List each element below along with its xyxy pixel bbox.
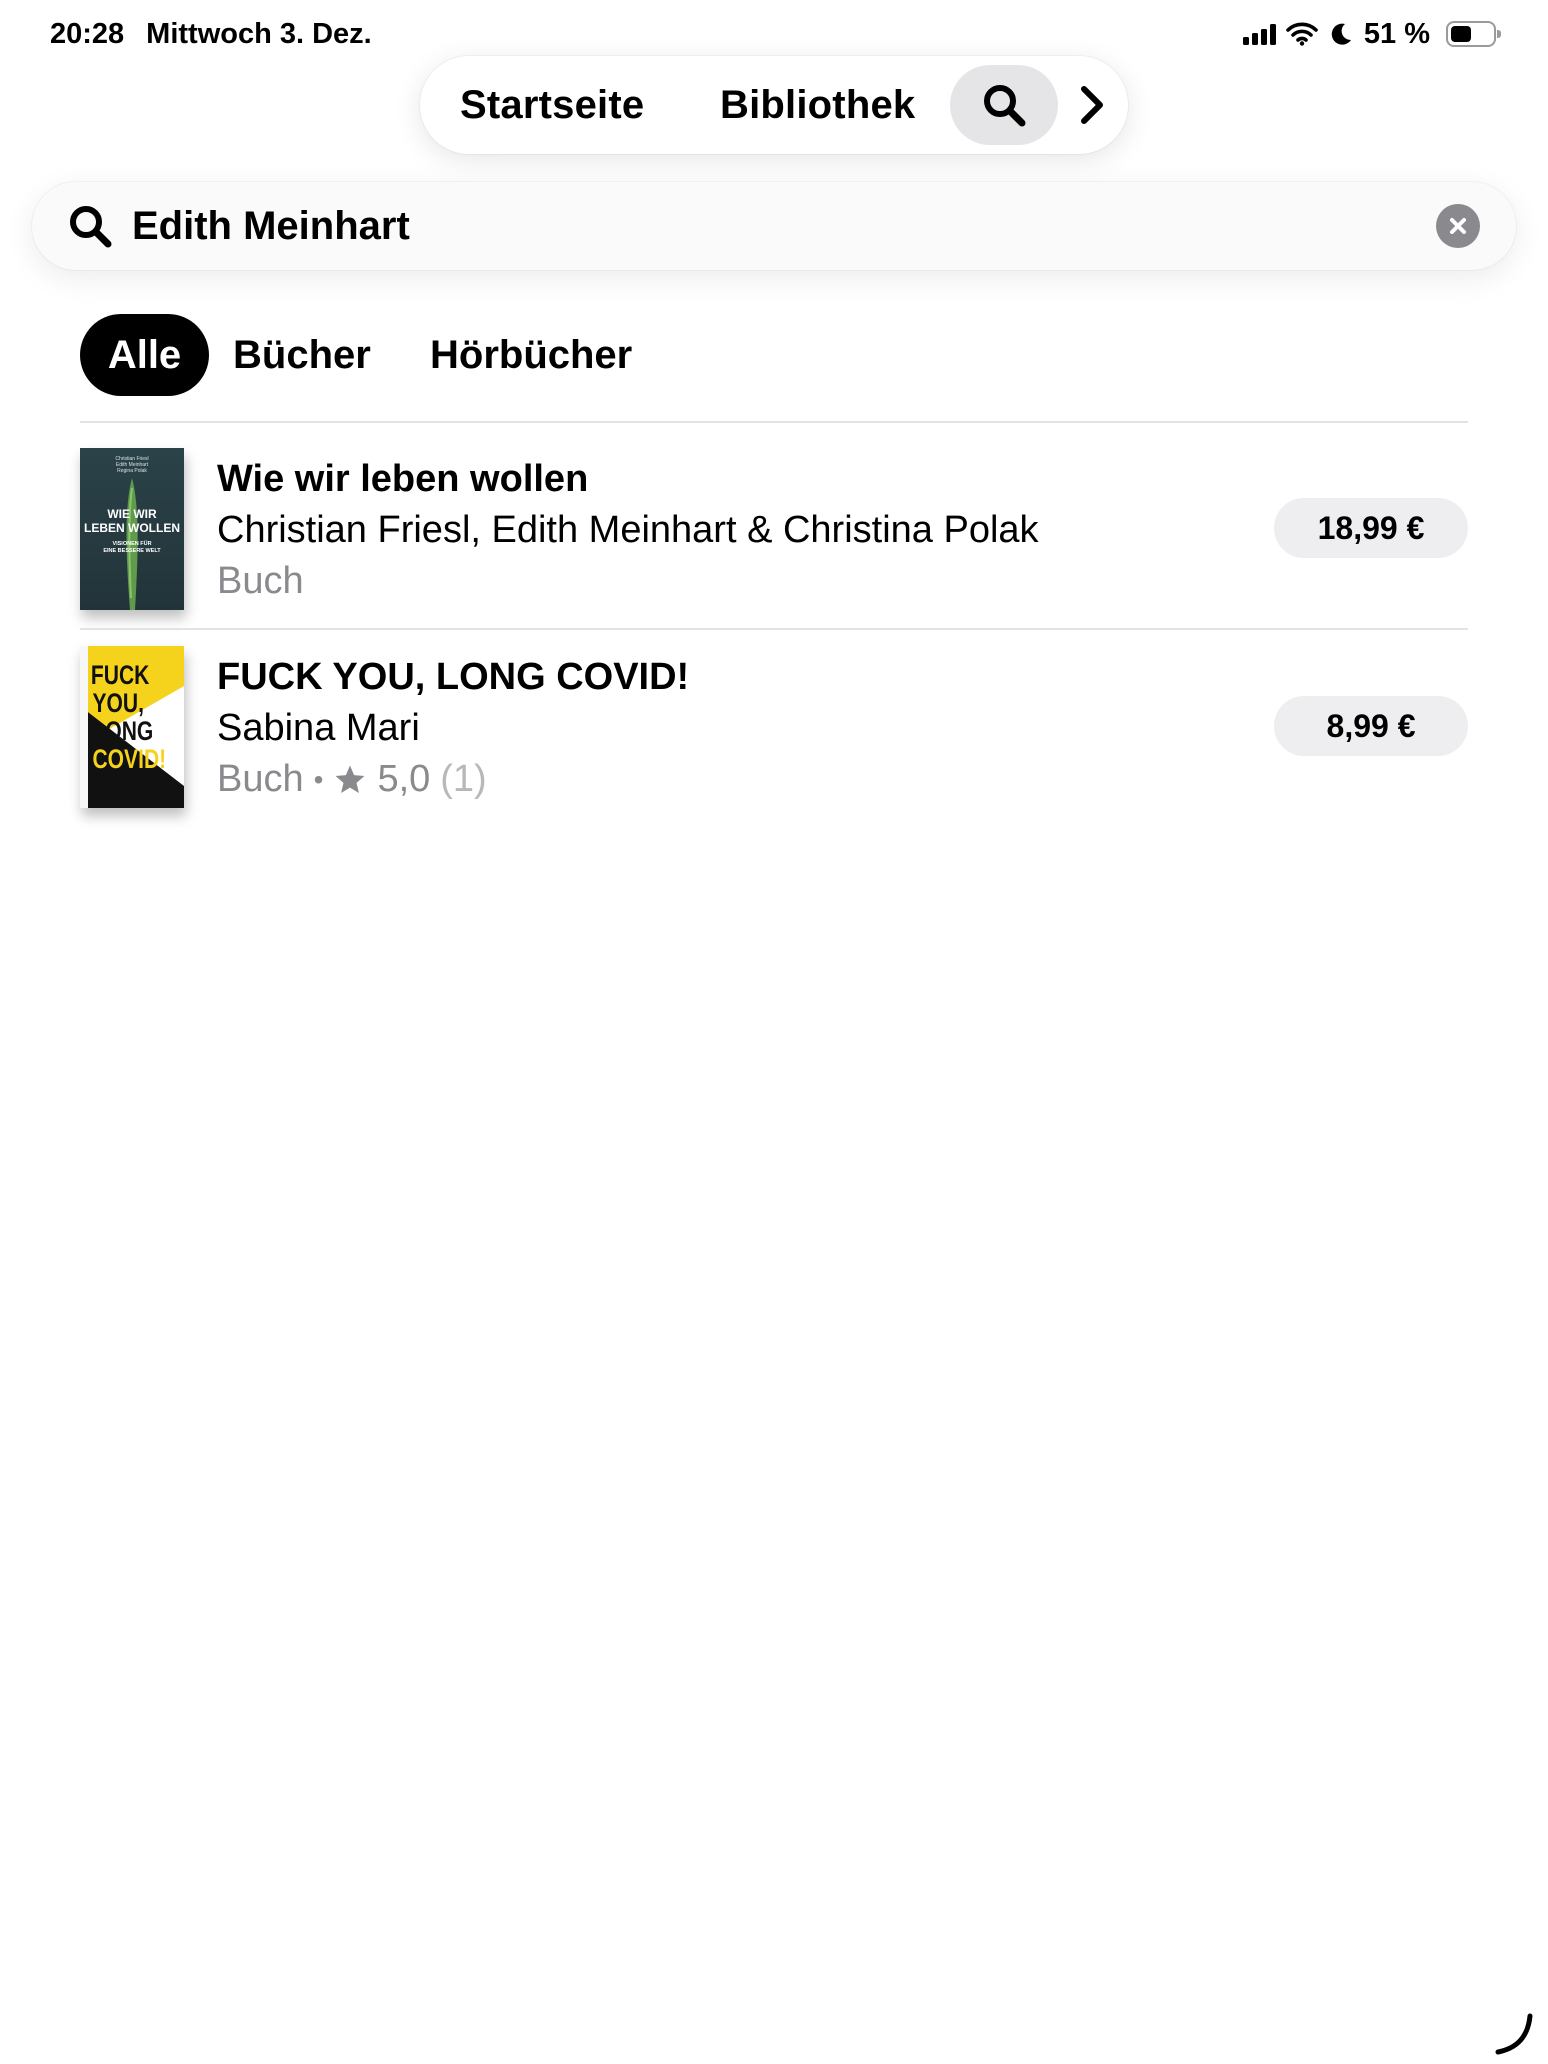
home-indicator-corner	[1495, 2013, 1533, 2055]
svg-text:VISIONEN FÜR: VISIONEN FÜR	[112, 540, 151, 547]
divider	[80, 421, 1468, 423]
search-result-row[interactable]: Christian Friesl Edith Meinhart Regina P…	[80, 448, 1468, 628]
moon-icon	[1331, 23, 1351, 45]
result-title: Wie wir leben wollen	[217, 458, 589, 500]
book-cover[interactable]: FUCK YOU, LONG COVID!	[80, 646, 184, 808]
search-icon	[70, 206, 112, 248]
clear-icon	[1450, 218, 1466, 234]
battery-percentage: 51 %	[1363, 17, 1430, 50]
cover-art: Christian Friesl Edith Meinhart Regina P…	[80, 448, 184, 610]
result-type: Buch	[217, 758, 304, 800]
cellular-signal-icon	[1242, 23, 1276, 45]
rating-value: 5,0	[377, 758, 431, 800]
svg-text:COVID!: COVID!	[92, 745, 166, 775]
cover-art: FUCK YOU, LONG COVID!	[80, 646, 184, 808]
result-authors: Christian Friesl, Edith Meinhart & Chris…	[217, 509, 1039, 551]
filter-books[interactable]: Bücher	[233, 314, 371, 396]
search-results-screen: 20:28 Mittwoch 3. Dez. 51 % Startseite B…	[0, 0, 1548, 2064]
tab-bibliothek[interactable]: Bibliothek	[720, 56, 915, 154]
result-authors: Sabina Mari	[217, 707, 420, 749]
status-bar-left: 20:28 Mittwoch 3. Dez.	[50, 14, 372, 54]
search-field[interactable]: Edith Meinhart	[32, 182, 1516, 270]
price-button[interactable]: 18,99 €	[1274, 498, 1468, 558]
meta-separator: •	[313, 763, 324, 795]
status-date: Mittwoch 3. Dez.	[146, 17, 372, 50]
svg-text:EINE BESSERE WELT: EINE BESSERE WELT	[103, 548, 161, 554]
filter-all[interactable]: Alle	[80, 314, 209, 396]
status-bar-right: 51 %	[1242, 14, 1501, 54]
filter-audiobooks[interactable]: Hörbücher	[430, 314, 632, 396]
battery-fill	[1451, 26, 1471, 42]
star-icon	[335, 765, 365, 793]
svg-text:YOU,: YOU,	[92, 689, 143, 719]
tab-startseite[interactable]: Startseite	[460, 56, 644, 154]
wifi-icon	[1286, 22, 1318, 46]
result-meta: Buch	[217, 560, 304, 603]
svg-text:WIE WIR: WIE WIR	[107, 507, 157, 521]
chevron-right-icon	[1081, 86, 1103, 124]
nav-more-button[interactable]	[1072, 80, 1112, 130]
svg-text:FUCK: FUCK	[91, 661, 150, 691]
result-type: Buch	[217, 560, 304, 602]
search-result-row[interactable]: FUCK YOU, LONG COVID! FUCK YOU, LONG COV…	[80, 646, 1468, 826]
svg-text:LEBEN WOLLEN: LEBEN WOLLEN	[84, 521, 180, 535]
clear-search-button[interactable]	[1436, 204, 1480, 248]
svg-text:Regina Polak: Regina Polak	[117, 468, 147, 474]
rating-count: (1)	[440, 758, 487, 800]
result-meta: Buch • 5,0 (1)	[217, 758, 487, 801]
divider	[80, 628, 1468, 630]
svg-text:LONG: LONG	[92, 717, 153, 747]
book-cover[interactable]: Christian Friesl Edith Meinhart Regina P…	[80, 448, 184, 610]
search-input[interactable]: Edith Meinhart	[132, 182, 410, 270]
top-navigation: Startseite Bibliothek	[420, 56, 1128, 154]
result-title: FUCK YOU, LONG COVID!	[217, 656, 690, 698]
price-button[interactable]: 8,99 €	[1274, 696, 1468, 756]
search-icon	[984, 85, 1026, 127]
tab-search[interactable]	[950, 65, 1058, 145]
status-time: 20:28	[50, 17, 125, 50]
battery-icon	[1446, 21, 1501, 47]
